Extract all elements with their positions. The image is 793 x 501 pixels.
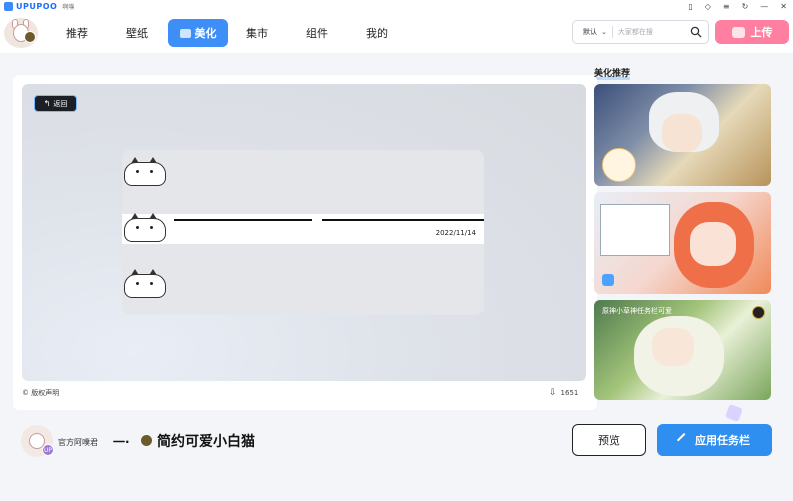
upload-cat-icon (731, 26, 745, 38)
tab-label: 组件 (306, 27, 328, 40)
tab-market[interactable]: 集市 (227, 19, 287, 47)
taskbar-date: 2022/11/14 (435, 229, 476, 237)
author-badge: UP (42, 444, 54, 456)
tab-label: 我的 (366, 27, 388, 40)
search-box: 默认 ⌄ (572, 20, 709, 44)
card-artwork (690, 222, 736, 266)
download-icon: ⇩ (549, 388, 557, 398)
taskbar-line (322, 219, 484, 221)
search-divider (611, 26, 613, 38)
vip-badge-icon (24, 31, 36, 43)
upload-button[interactable]: 上传 (715, 20, 789, 44)
recommend-card[interactable] (594, 84, 771, 186)
download-count-value: 1651 (560, 389, 579, 397)
back-arrow-icon: ↰ (43, 99, 51, 108)
chibi-avatar (602, 148, 636, 182)
download-count: ⇩ 1651 (549, 388, 578, 398)
logo-text: UPUPOO (16, 2, 58, 11)
card-title: 原神小草神任务栏可爱 (602, 307, 672, 315)
author-name[interactable]: 官方阿噗君 (58, 437, 98, 448)
title-bar: UPUPOO 啊噗 ▯ ◇ ≡ ↻ — ✕ (0, 0, 793, 13)
back-label: 返回 (53, 99, 68, 108)
phone-icon[interactable]: ▯ (688, 0, 692, 13)
search-scope-label: 默认 (583, 28, 597, 36)
nav-bar: 推荐 壁纸 美化 集市 组件 我的 默认 ⌄ 上传 (0, 13, 793, 53)
taskbar-sample: 2022/11/14 (122, 150, 484, 315)
cat-icon (122, 266, 170, 302)
chevron-down-icon: ⌄ (601, 28, 607, 36)
sidebar-scrollbar[interactable] (775, 84, 778, 400)
tab-recommend[interactable]: 推荐 (47, 19, 107, 47)
recommend-title: 美化推荐 (594, 66, 631, 80)
card-artwork (600, 204, 670, 256)
upload-label: 上传 (750, 26, 773, 39)
card-artwork (662, 114, 702, 152)
logo-subtitle: 啊噗 (62, 4, 75, 11)
vip-badge-icon (752, 306, 765, 319)
tab-label: 壁纸 (126, 27, 148, 40)
menu-icon[interactable]: ≡ (723, 0, 730, 13)
cat-icon (122, 154, 170, 190)
search-scope-select[interactable]: 默认 ⌄ (573, 27, 607, 37)
search-input[interactable] (617, 28, 688, 36)
preview-label: 预览 (598, 434, 620, 447)
title-prefix: 一· (113, 435, 130, 449)
apply-label: 应用任务栏 (695, 434, 750, 447)
recommend-card[interactable]: 原神小草神任务栏可爱 (594, 300, 771, 400)
back-button[interactable]: ↰ 返回 (34, 95, 77, 112)
copyright-notice[interactable]: © 版权声明 (22, 388, 59, 398)
taskbar-line (174, 219, 312, 221)
skin-icon[interactable]: ◇ (705, 0, 711, 13)
tab-widgets[interactable]: 组件 (287, 19, 347, 47)
refresh-icon[interactable]: ↻ (742, 0, 749, 13)
app-logo: UPUPOO 啊噗 (4, 2, 74, 11)
theme-title: 简约可爱小白猫 (157, 434, 255, 450)
window-controls: ▯ ◇ ≡ ↻ — ✕ (688, 0, 787, 13)
logo-icon (4, 2, 13, 11)
card-artwork (652, 328, 694, 366)
apply-taskbar-button[interactable]: 应用任务栏 (657, 424, 772, 456)
tab-label: 美化 (194, 27, 217, 40)
app-icon (602, 274, 614, 286)
magic-wand-icon (676, 432, 692, 448)
tab-label: 推荐 (66, 27, 88, 40)
recommend-card[interactable] (594, 192, 771, 294)
tab-mine[interactable]: 我的 (347, 19, 407, 47)
cursor-sparkle-icon (725, 404, 743, 422)
minimize-icon[interactable]: — (760, 0, 768, 13)
vip-badge-icon (141, 435, 152, 446)
copyright-label: © 版权声明 (22, 389, 60, 397)
search-icon[interactable] (690, 26, 702, 38)
tab-wallpaper[interactable]: 壁纸 (107, 19, 167, 47)
taskbar-preview: ↰ 返回 2022/11/14 (22, 84, 586, 381)
cat-icon (122, 210, 170, 246)
close-icon[interactable]: ✕ (780, 0, 787, 13)
tab-beautify[interactable]: 美化 (168, 19, 228, 47)
preview-button[interactable]: 预览 (572, 424, 646, 456)
beautify-icon (179, 28, 191, 38)
tab-label: 集市 (246, 27, 268, 40)
